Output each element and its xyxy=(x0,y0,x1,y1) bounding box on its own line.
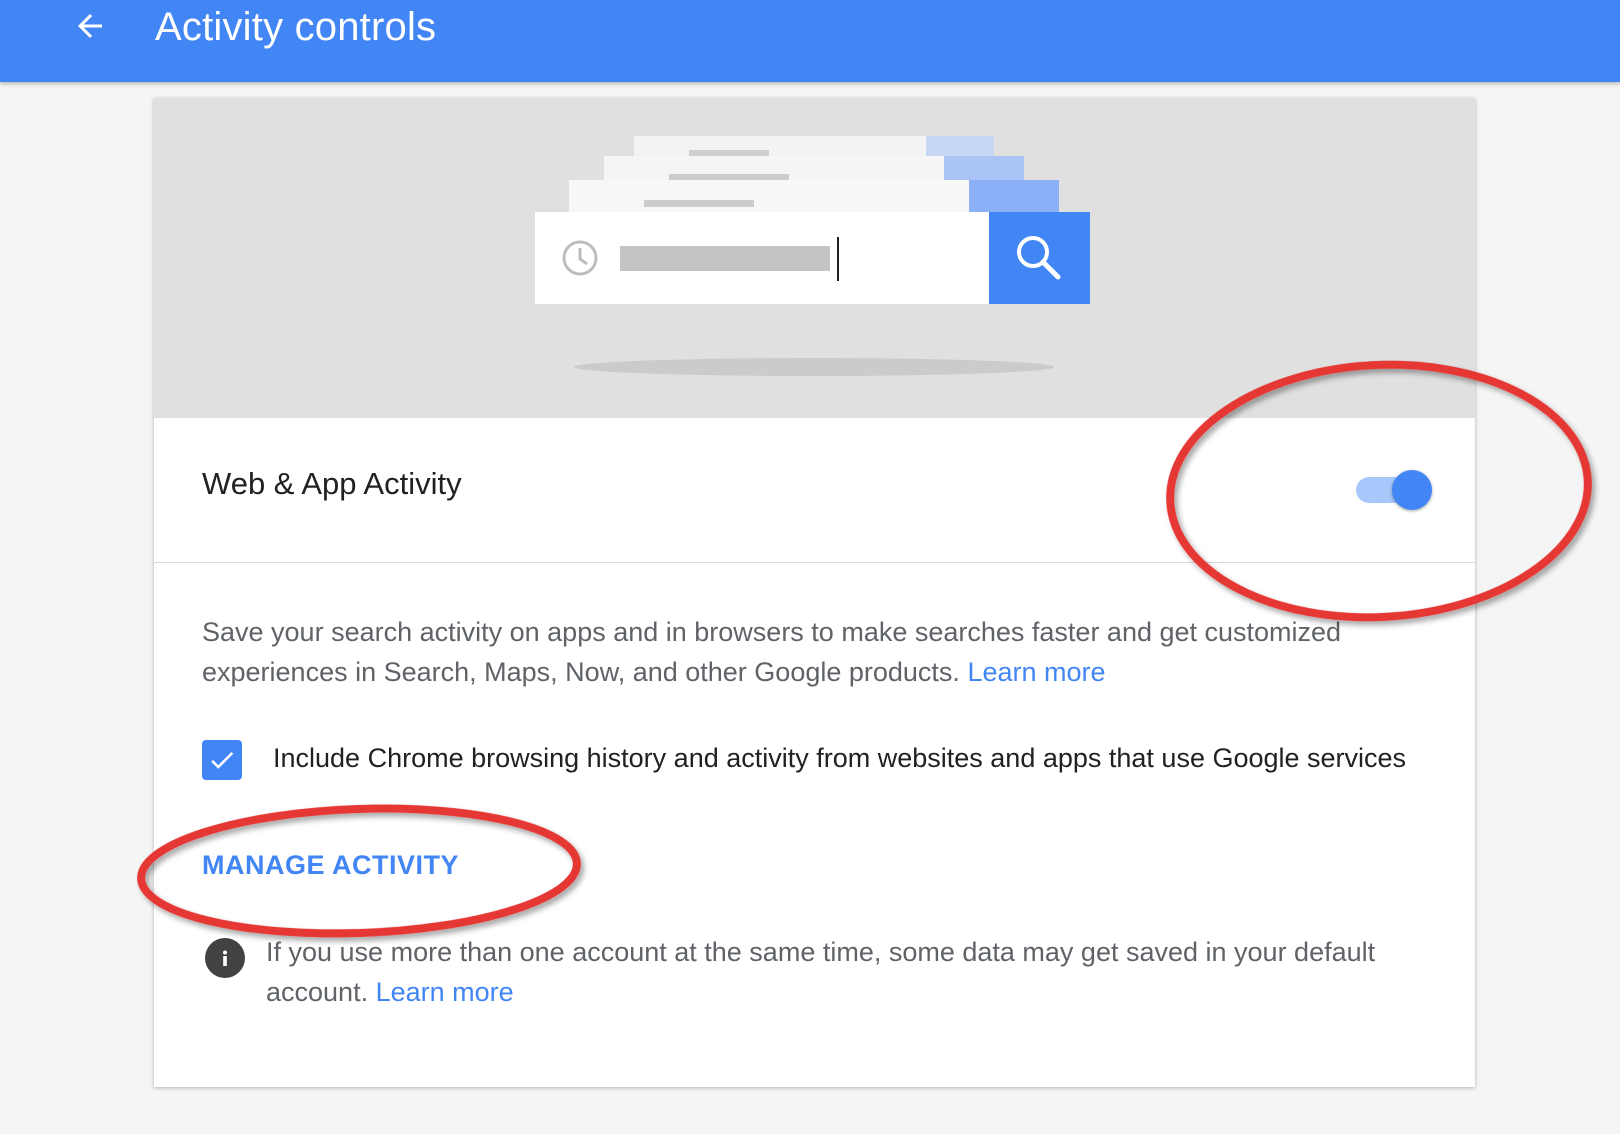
app-bar: Activity controls xyxy=(0,0,1620,82)
checkmark-icon xyxy=(211,751,234,769)
description-text: Save your search activity on apps and in… xyxy=(202,617,1342,687)
chrome-history-checkbox[interactable] xyxy=(202,740,242,780)
toggle-knob xyxy=(1392,470,1432,510)
learn-more-link[interactable]: Learn more xyxy=(967,657,1105,687)
info-icon xyxy=(205,938,245,978)
setting-description: Save your search activity on apps and in… xyxy=(202,612,1402,692)
manage-activity-button[interactable]: MANAGE ACTIVITY xyxy=(202,850,459,881)
web-app-activity-row: Web & App Activity xyxy=(154,418,1475,563)
chrome-history-label: Include Chrome browsing history and acti… xyxy=(273,743,1407,773)
activity-card: Web & App Activity Save your search acti… xyxy=(154,98,1475,1087)
setting-title: Web & App Activity xyxy=(202,466,462,501)
page-title: Activity controls xyxy=(155,5,437,49)
search-bar-illustration xyxy=(535,136,1090,376)
back-button[interactable] xyxy=(62,2,118,50)
arrow-back-icon xyxy=(78,14,102,38)
multi-account-info: If you use more than one account at the … xyxy=(266,932,1436,1012)
info-learn-more-link[interactable]: Learn more xyxy=(376,977,514,1007)
web-app-activity-toggle[interactable] xyxy=(1354,468,1434,512)
hero-illustration xyxy=(154,98,1475,418)
